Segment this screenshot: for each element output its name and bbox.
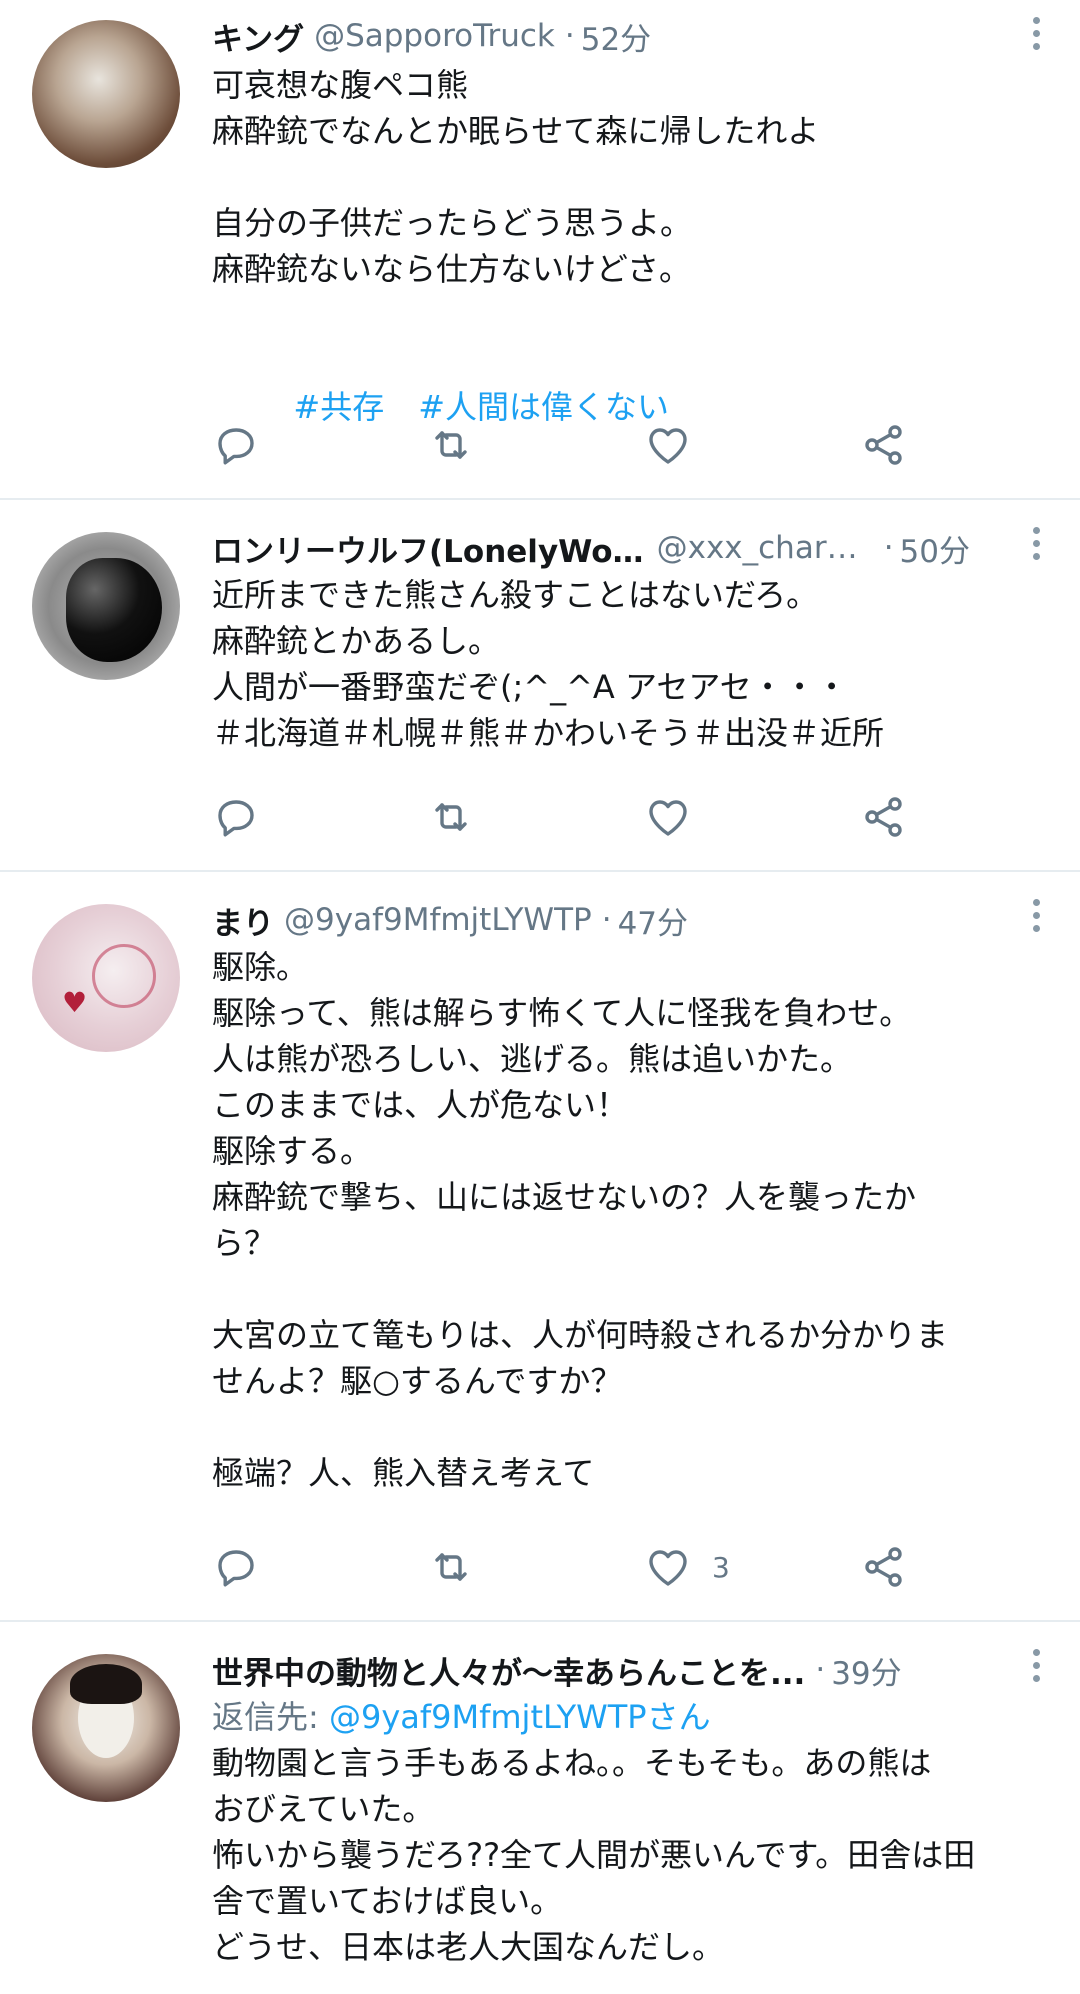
- tweet-text-line: 駆除する。: [212, 1132, 373, 1170]
- like-button[interactable]: [644, 417, 712, 473]
- user-handle[interactable]: @SapporoTruck: [314, 18, 555, 54]
- tweet-text-line: [212, 292, 1060, 338]
- tweet[interactable]: 世界中の動物と人々が～幸あらんことを... · 39分 返信先: @9yaf9M…: [0, 1622, 1080, 1994]
- tweet-text-line: ら？: [212, 1224, 277, 1262]
- user-handle[interactable]: @9yaf9MfmjtLYWTP: [284, 902, 592, 938]
- user-handle[interactable]: @xxx_charb...: [657, 530, 874, 566]
- tweet-actions: 3: [212, 1539, 932, 1595]
- more-options-icon[interactable]: [1022, 524, 1050, 564]
- share-button[interactable]: [860, 1539, 908, 1595]
- tweet-text: 駆除。 駆除って、熊は解らす怖くて人に怪我を負わせ。 人は熊が恐ろしい、逃げる。…: [212, 944, 1060, 1496]
- display-name[interactable]: まり: [212, 898, 274, 943]
- tweet-text: 返信先: @9yaf9MfmjtLYWTPさん 動物園と言う手もあるよね。。そも…: [212, 1694, 1060, 1970]
- tweet-text-line: 自分の子供だったらどう思うよ。: [212, 204, 693, 242]
- tweet-text-line: おびえていた。: [212, 1790, 435, 1828]
- reply-icon: [218, 1550, 254, 1587]
- reply-mention-link[interactable]: @9yaf9MfmjtLYWTPさん: [329, 1698, 711, 1736]
- avatar[interactable]: [32, 1654, 180, 1802]
- display-name[interactable]: キング: [212, 14, 304, 59]
- reply-context: 返信先: @9yaf9MfmjtLYWTPさん: [212, 1694, 1060, 1740]
- tweet-text-line: 動物園と言う手もあるよね。。そもそも。あの熊は: [212, 1744, 932, 1782]
- share-button[interactable]: [860, 417, 908, 473]
- separator-dot: ·: [815, 1652, 826, 1688]
- tweet-header: ロンリーウルフ(LonelyWolf) @xxx_charb... · 50分: [212, 524, 970, 572]
- display-name[interactable]: 世界中の動物と人々が～幸あらんことを...: [212, 1648, 805, 1693]
- display-name[interactable]: ロンリーウルフ(LonelyWolf): [212, 526, 647, 571]
- retweet-icon: [435, 431, 467, 459]
- more-options-icon[interactable]: [1022, 1646, 1050, 1686]
- tweet-text-line: [212, 1404, 1060, 1450]
- timestamp[interactable]: 52分: [581, 14, 651, 59]
- tweet-text-line: 舎で置いておけば良い。: [212, 1882, 563, 1920]
- tweet-text-line: 可哀想な腹ペコ熊: [212, 66, 469, 104]
- tweet-text-line: どうせ、日本は老人大国なんだし。: [212, 1928, 725, 1966]
- separator-dot: ·: [564, 18, 575, 54]
- retweet-icon: [435, 1553, 467, 1581]
- tweet-text-line: 近所まできた熊さん殺すことはないだろ。: [212, 576, 819, 614]
- reply-icon: [218, 800, 254, 837]
- retweet-icon: [435, 803, 467, 831]
- tweet-text-line: [212, 1266, 1060, 1312]
- reply-icon: [218, 428, 254, 465]
- share-button[interactable]: [860, 789, 908, 845]
- tweet-text-line: 麻酔銃とかあるし。: [212, 622, 501, 660]
- reply-button[interactable]: [212, 417, 260, 473]
- like-button[interactable]: 3: [644, 1539, 730, 1595]
- tweet-text-line: 駆除って、熊は解らす怖くて人に怪我を負わせ。: [212, 994, 912, 1032]
- tweet-text-line: せんよ？駆○するんですか？: [212, 1362, 623, 1400]
- tweet-text-line: 怖いから襲うだろ??全て人間が悪いんです。田舎は田: [212, 1836, 976, 1874]
- retweet-button[interactable]: [427, 417, 475, 473]
- tweet-actions: [212, 789, 932, 845]
- avatar[interactable]: [32, 20, 180, 168]
- avatar[interactable]: ♥: [32, 904, 180, 1052]
- retweet-button[interactable]: [427, 1539, 475, 1595]
- reply-prefix: 返信先:: [212, 1698, 329, 1736]
- tweet-text-line: 大宮の立て篭もりは、人が何時殺されるか分かりま: [212, 1316, 949, 1354]
- tweet-actions: [212, 417, 932, 473]
- more-options-icon[interactable]: [1022, 896, 1050, 936]
- share-icon: [865, 797, 902, 837]
- reply-button[interactable]: [212, 1539, 260, 1595]
- tweet-text-line: 麻酔銃でなんとか眠らせて森に帰したれよ: [212, 112, 820, 150]
- tweet[interactable]: ロンリーウルフ(LonelyWolf) @xxx_charb... · 50分 …: [0, 500, 1080, 872]
- tweet-text-line: 麻酔銃ないなら仕方ないけどさ。: [212, 250, 692, 288]
- reply-button[interactable]: [212, 789, 260, 845]
- tweet-text: 可哀想な腹ペコ熊 麻酔銃でなんとか眠らせて森に帰したれよ 自分の子供だったらどう…: [212, 62, 1060, 476]
- tweet-text-line: ＃北海道＃札幌＃熊＃かわいそう＃出没＃近所: [212, 714, 885, 752]
- separator-dot: ·: [883, 530, 894, 566]
- avatar[interactable]: [32, 532, 180, 680]
- like-icon: [649, 800, 687, 836]
- tweet-text-line: 人は熊が恐ろしい、逃げる。熊は追いかた。: [212, 1040, 853, 1078]
- timestamp[interactable]: 47分: [618, 898, 688, 943]
- separator-dot: ·: [601, 902, 612, 938]
- tweet-text-line: [212, 154, 1060, 200]
- share-icon: [865, 425, 902, 465]
- tweet-text-line: 極端？人、熊入替え考えて: [212, 1454, 595, 1492]
- tweet-header: 世界中の動物と人々が～幸あらんことを... · 39分: [212, 1646, 970, 1694]
- tweet-text-line: このままでは、人が危ない！: [212, 1086, 629, 1124]
- timestamp[interactable]: 39分: [831, 1648, 901, 1693]
- retweet-button[interactable]: [427, 789, 475, 845]
- reply-timeline: キング @SapporoTruck · 52分 可哀想な腹ペコ熊 麻酔銃でなんと…: [0, 0, 1080, 1994]
- like-icon: [649, 428, 687, 464]
- tweet-text-line: 駆除。: [212, 948, 309, 986]
- tweet-text: 近所まできた熊さん殺すことはないだろ。 麻酔銃とかあるし。 人間が一番野蛮だぞ(…: [212, 572, 1060, 756]
- tweet-header: まり @9yaf9MfmjtLYWTP · 47分: [212, 896, 970, 944]
- like-count: 3: [712, 1550, 730, 1584]
- timestamp[interactable]: 50分: [900, 526, 970, 571]
- tweet-text-line: 人間が一番野蛮だぞ(;^_^A アセアセ・・・: [212, 668, 848, 706]
- like-button[interactable]: [644, 789, 712, 845]
- like-icon: [649, 1550, 687, 1586]
- more-options-icon[interactable]: [1022, 14, 1050, 54]
- tweet[interactable]: ♥ まり @9yaf9MfmjtLYWTP · 47分 駆除。 駆除って、熊は解…: [0, 872, 1080, 1622]
- share-icon: [865, 1547, 902, 1587]
- tweet-text-line: 麻酔銃で撃ち、山には返せないの？人を襲ったか: [212, 1178, 917, 1216]
- tweet-header: キング @SapporoTruck · 52分: [212, 12, 970, 60]
- tweet[interactable]: キング @SapporoTruck · 52分 可哀想な腹ペコ熊 麻酔銃でなんと…: [0, 0, 1080, 500]
